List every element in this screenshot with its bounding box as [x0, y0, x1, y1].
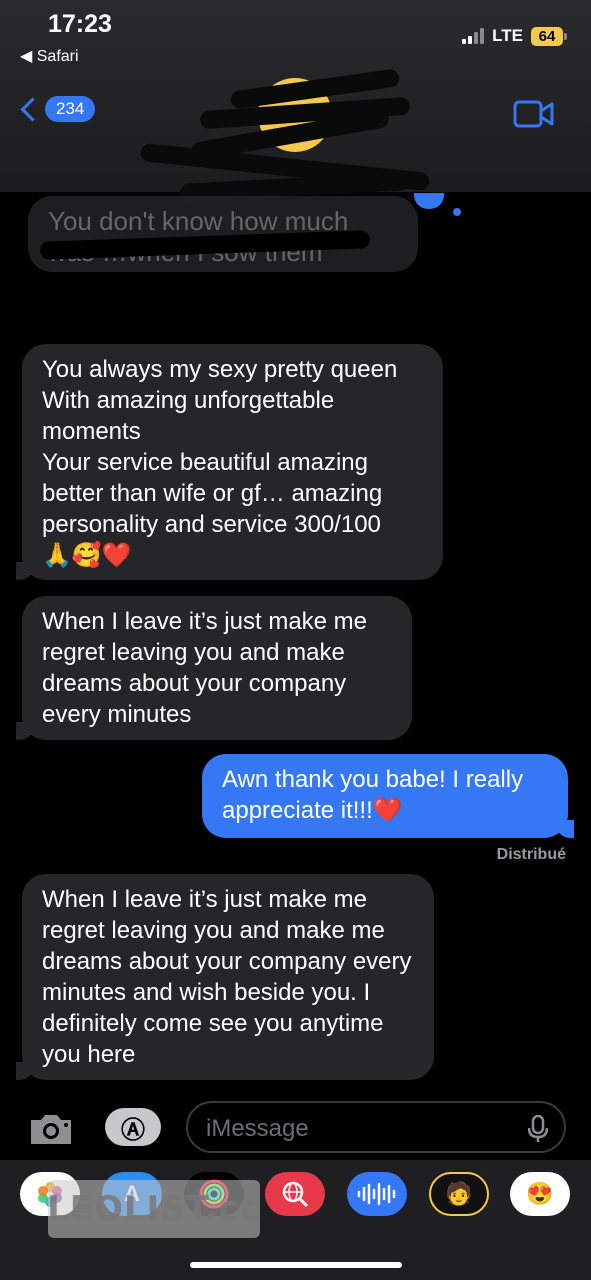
video-camera-icon [513, 100, 554, 128]
memoji-icon: 🧑 [445, 1181, 473, 1206]
home-indicator[interactable] [190, 1262, 402, 1268]
message-text: When I leave it’s just make me regret le… [42, 886, 412, 1068]
audio-app-button[interactable] [347, 1172, 407, 1216]
message-bubble-outgoing: Awn thank you babe! I really appreciate … [202, 754, 574, 838]
status-time: 17:23 [48, 10, 112, 38]
memoji-app-button[interactable]: 🧑 [429, 1172, 489, 1216]
microphone-icon[interactable] [528, 1115, 548, 1143]
network-type: LTE [492, 26, 523, 45]
imessage-input[interactable]: iMessage [186, 1101, 566, 1153]
memoji-stickers-app-button[interactable]: 😍 [510, 1172, 570, 1216]
redaction-scribble [19, 292, 161, 320]
battery-level: 64 [531, 26, 563, 46]
globe-search-icon [282, 1181, 309, 1208]
message-bubble-incoming: You always my sexy pretty queen With ama… [16, 344, 443, 580]
memoji-stickers-icon: 😍 [526, 1181, 554, 1206]
cellular-signal-icon [462, 28, 485, 44]
message-text: You always my sexy pretty queen With ama… [42, 356, 398, 569]
app-store-icon: Ⓐ [121, 1116, 145, 1144]
conversation-header: 17:23 ◀ Safari LTE 64 234 [0, 0, 591, 203]
status-indicators: LTE 64 [462, 26, 567, 46]
blue-dot-icon [414, 193, 444, 209]
camera-icon [31, 1115, 71, 1144]
message-bubble-incoming: When I leave it’s just make me regret le… [16, 596, 412, 740]
message-bubble-incoming: When I leave it’s just make me regret le… [16, 874, 434, 1080]
back-to-safari-link[interactable]: ◀ Safari [20, 46, 79, 66]
app-store-button[interactable]: Ⓐ [105, 1108, 161, 1146]
waveform-icon [357, 1182, 396, 1206]
unread-count-badge: 234 [45, 96, 96, 122]
chevron-left-icon [20, 96, 45, 122]
back-button[interactable]: 234 [20, 96, 96, 122]
input-placeholder: iMessage [206, 1115, 309, 1142]
camera-button[interactable] [28, 1112, 74, 1151]
delivery-status: Distribué [496, 846, 566, 863]
battery-icon: 64 [531, 26, 567, 46]
message-text: When I leave it’s just make me regret le… [42, 608, 368, 728]
web-search-app-button[interactable] [265, 1172, 325, 1216]
blue-dot-icon [453, 208, 461, 216]
message-text: Awn thank you babe! I really appreciate … [222, 766, 524, 824]
watermark: LEOLIST.cc [47, 1180, 260, 1238]
facetime-video-button[interactable] [513, 100, 555, 133]
